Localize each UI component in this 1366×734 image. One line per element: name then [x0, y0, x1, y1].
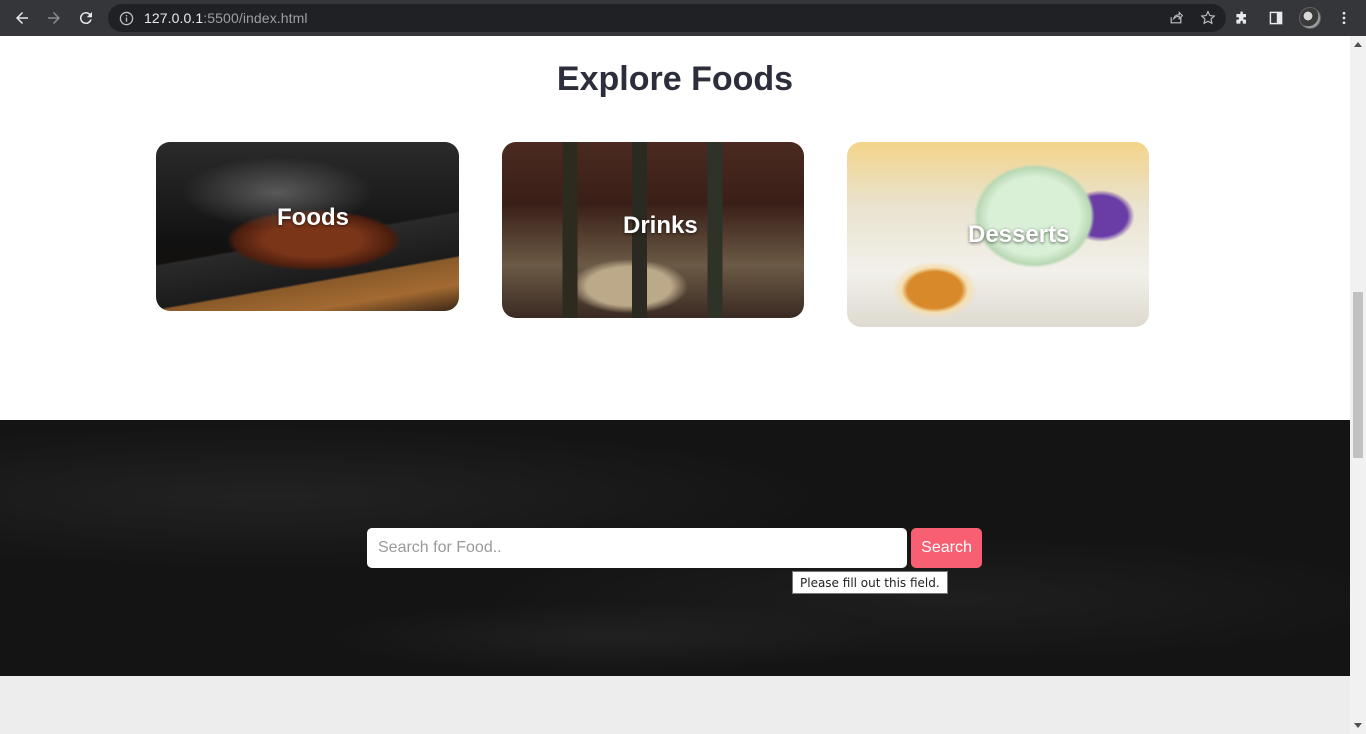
bookmark-star-icon[interactable] — [1196, 8, 1220, 28]
card-label: Drinks — [623, 212, 698, 239]
browser-toolbar: 127.0.0.1:5500/index.html — [0, 0, 1366, 36]
page-content: Explore Foods Foods Drinks Desserts Sear… — [0, 36, 1350, 734]
category-card-desserts[interactable]: Desserts — [847, 142, 1149, 327]
search-section: Search — [0, 420, 1350, 676]
card-label: Foods — [277, 204, 349, 231]
search-form: Search — [367, 528, 982, 568]
scrollbar-thumb[interactable] — [1353, 292, 1363, 458]
footer-section — [0, 676, 1350, 734]
profile-avatar[interactable] — [1296, 4, 1324, 32]
validation-tooltip: Please fill out this field. — [792, 571, 948, 594]
reload-icon[interactable] — [70, 2, 102, 34]
vertical-scrollbar[interactable] — [1350, 36, 1366, 734]
search-button[interactable]: Search — [911, 528, 982, 568]
forward-icon[interactable] — [38, 2, 70, 34]
address-bar[interactable]: 127.0.0.1:5500/index.html — [108, 4, 1226, 32]
scroll-up-arrow-icon[interactable] — [1354, 42, 1362, 47]
section-title: Explore Foods — [556, 60, 794, 98]
share-icon[interactable] — [1164, 8, 1188, 28]
back-icon[interactable] — [6, 2, 38, 34]
avatar — [1299, 7, 1321, 29]
card-label: Desserts — [968, 221, 1070, 248]
menu-kebab-icon[interactable] — [1330, 4, 1358, 32]
url-text: 127.0.0.1:5500/index.html — [144, 10, 308, 26]
site-info-icon[interactable] — [118, 10, 134, 26]
extensions-icon[interactable] — [1228, 4, 1256, 32]
side-panel-icon[interactable] — [1262, 4, 1290, 32]
category-card-drinks[interactable]: Drinks — [502, 142, 804, 318]
search-input[interactable] — [367, 528, 907, 568]
category-card-foods[interactable]: Foods — [156, 142, 459, 311]
scroll-down-arrow-icon[interactable] — [1354, 723, 1362, 728]
